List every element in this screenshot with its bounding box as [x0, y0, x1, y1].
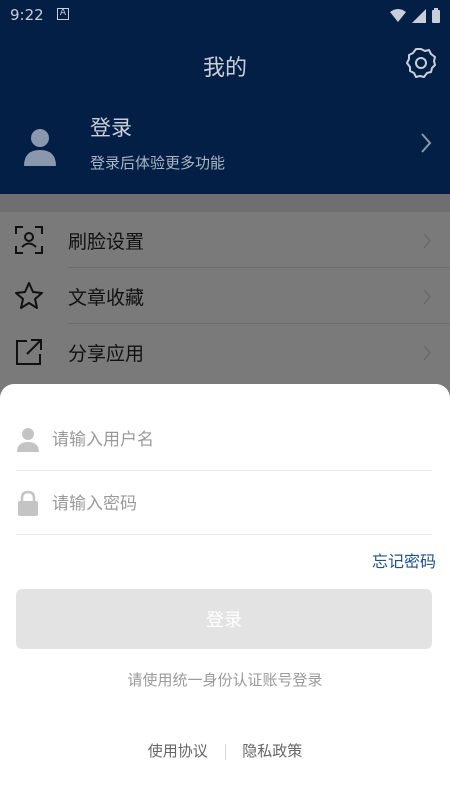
- lock-icon: [18, 490, 38, 516]
- battery-icon: [432, 8, 440, 23]
- notification-icon: A: [57, 8, 69, 20]
- footer-links: 使用协议 隐私政策: [0, 740, 450, 761]
- menu-item-favorites[interactable]: 文章收藏: [0, 268, 450, 324]
- login-entry-row[interactable]: 登录 登录后体验更多功能: [0, 112, 450, 182]
- menu-item-label: 文章收藏: [68, 287, 145, 309]
- menu-item-face-settings[interactable]: 刷脸设置: [0, 212, 450, 268]
- avatar-icon: [24, 129, 56, 166]
- login-title: 登录: [90, 116, 132, 140]
- share-icon: [16, 339, 42, 365]
- forgot-password-link[interactable]: 忘记密码: [372, 548, 436, 572]
- user-icon: [17, 428, 39, 452]
- username-input[interactable]: [50, 422, 424, 458]
- login-hint: 请使用统一身份认证账号登录: [127, 671, 323, 689]
- username-field: [16, 408, 432, 471]
- login-subtitle: 登录后体验更多功能: [90, 154, 226, 172]
- privacy-link[interactable]: 隐私政策: [242, 740, 302, 761]
- menu-list: 刷脸设置 文章收藏 分享应用: [0, 212, 450, 412]
- menu-item-label: 分享应用: [68, 343, 145, 365]
- login-sheet: 忘记密码 登录 请使用统一身份认证账号登录 使用协议 隐私政策: [0, 384, 450, 800]
- star-icon: [15, 282, 43, 309]
- menu-item-label: 刷脸设置: [68, 231, 145, 253]
- wifi-icon: [390, 8, 406, 22]
- login-button[interactable]: 登录: [16, 589, 432, 649]
- chevron-right-icon: [423, 233, 431, 249]
- profile-header: 我的 登录 登录后体验更多功能: [0, 32, 450, 194]
- section-gap: [0, 194, 450, 212]
- password-field: [16, 472, 432, 535]
- status-icons: [390, 8, 440, 23]
- status-bar: 9:22 A: [0, 0, 450, 32]
- password-input[interactable]: [50, 486, 424, 522]
- signal-icon: [412, 8, 426, 23]
- face-scan-icon: [15, 226, 43, 254]
- divider: [224, 743, 226, 760]
- chevron-right-icon: [423, 345, 431, 361]
- chevron-right-icon: [421, 133, 432, 153]
- gear-icon[interactable]: [404, 46, 438, 80]
- page-title: 我的: [202, 56, 247, 81]
- menu-item-share-app[interactable]: 分享应用: [0, 324, 450, 380]
- status-time: 9:22: [10, 6, 44, 24]
- terms-link[interactable]: 使用协议: [148, 740, 208, 761]
- chevron-right-icon: [423, 289, 431, 305]
